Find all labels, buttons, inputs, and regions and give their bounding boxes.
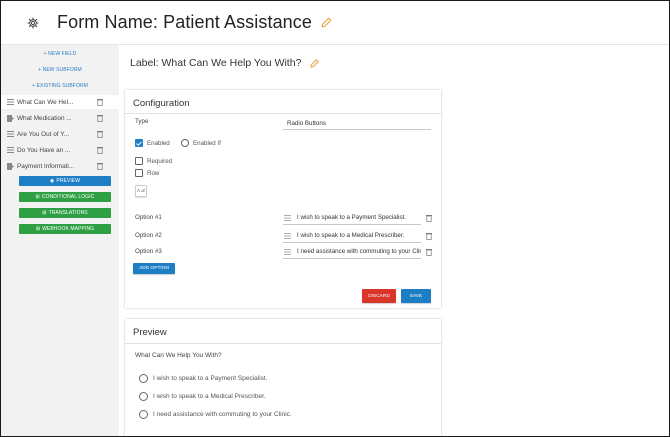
enabled-if-label: Enabled If bbox=[193, 140, 221, 147]
preview-choice: I wish to speak to a Medical Prescriber. bbox=[153, 393, 266, 400]
enabled-checkbox[interactable] bbox=[135, 139, 143, 147]
sidebar-field-item[interactable]: Payment Informati... bbox=[1, 159, 119, 173]
preview-radio[interactable] bbox=[139, 410, 148, 419]
option-input[interactable]: I wish to speak to a Medical Prescriber. bbox=[297, 231, 421, 240]
preview-radio[interactable] bbox=[139, 374, 148, 383]
conditional-logic-button[interactable]: ⊞ CONDITIONAL LOGIC bbox=[19, 192, 111, 202]
gear-icon[interactable] bbox=[26, 16, 40, 30]
webhook-icon: ⊞ bbox=[35, 226, 41, 232]
option-label: Option #1 bbox=[135, 214, 162, 221]
edit-pencil-icon[interactable] bbox=[320, 16, 334, 30]
webhook-mapping-button[interactable]: ⊞ WEBHOOK MAPPING bbox=[19, 224, 111, 234]
option-label: Option #2 bbox=[135, 232, 162, 239]
sidebar-field-item[interactable]: Are You Out of Y... bbox=[1, 127, 119, 141]
option-underline bbox=[283, 242, 421, 243]
type-underline bbox=[283, 129, 431, 130]
existing-subform-link[interactable]: + EXISTING SUBFORM bbox=[1, 83, 119, 89]
type-select[interactable]: Radio Buttons bbox=[287, 120, 326, 127]
preview-label: PREVIEW bbox=[56, 178, 81, 184]
trash-icon[interactable] bbox=[97, 130, 104, 138]
field-label: What Can We Hel... bbox=[17, 98, 74, 106]
preview-card: Preview What Can We Help You With? I wis… bbox=[125, 319, 441, 436]
list-icon bbox=[6, 146, 14, 154]
preview-choice: I need assistance with commuting to your… bbox=[153, 411, 292, 418]
subform-icon bbox=[6, 114, 14, 122]
sidebar-field-item[interactable]: What Medication ... bbox=[1, 111, 119, 125]
logic-icon: ⊞ bbox=[35, 194, 40, 200]
type-label: Type bbox=[135, 118, 149, 125]
field-label: Are You Out of Y... bbox=[17, 130, 69, 138]
new-field-link[interactable]: + NEW FIELD bbox=[1, 51, 119, 57]
preview-choice: I wish to speak to a Payment Specialist. bbox=[153, 375, 268, 382]
form-title: Form Name: Patient Assistance bbox=[57, 12, 312, 32]
field-label: What Medication ... bbox=[17, 114, 72, 122]
trash-icon[interactable] bbox=[97, 146, 104, 154]
drag-handle-icon[interactable] bbox=[284, 215, 291, 221]
sort-icon: A↓Z bbox=[136, 188, 145, 193]
translate-icon: ⊞ bbox=[42, 210, 47, 216]
required-checkbox[interactable] bbox=[135, 157, 143, 165]
trash-icon[interactable] bbox=[426, 248, 432, 256]
add-option-button[interactable]: ADD OPTION bbox=[133, 263, 175, 274]
drag-handle-icon[interactable] bbox=[284, 249, 291, 255]
option-input[interactable]: I wish to speak to a Payment Specialist. bbox=[297, 213, 421, 222]
sidebar: + NEW FIELD + NEW SUBFORM + EXISTING SUB… bbox=[1, 45, 119, 436]
sidebar-field-item[interactable]: Do You Have an ... bbox=[1, 143, 119, 157]
option-underline bbox=[283, 224, 421, 225]
header: Form Name: Patient Assistance bbox=[1, 1, 669, 45]
configuration-card: Configuration Type Radio Buttons Enabled… bbox=[125, 90, 441, 308]
divider bbox=[125, 113, 441, 114]
required-label: Required bbox=[147, 158, 173, 165]
trash-icon[interactable] bbox=[426, 214, 432, 222]
field-label-text: Label: What Can We Help You With? bbox=[130, 57, 302, 69]
edit-pencil-icon[interactable] bbox=[309, 58, 320, 69]
trash-icon[interactable] bbox=[97, 98, 104, 106]
preview-title: Preview bbox=[133, 327, 167, 338]
trash-icon[interactable] bbox=[426, 232, 432, 240]
field-label-heading: Label: What Can We Help You With? bbox=[130, 57, 320, 69]
eye-icon: ◉ bbox=[49, 178, 55, 184]
drag-handle-icon[interactable] bbox=[284, 233, 291, 239]
enabled-label: Enabled bbox=[147, 140, 170, 147]
field-label: Payment Informati... bbox=[17, 162, 75, 170]
divider bbox=[125, 343, 441, 344]
list-icon bbox=[6, 130, 14, 138]
conditional-logic-label: CONDITIONAL LOGIC bbox=[41, 194, 95, 200]
trash-icon[interactable] bbox=[97, 162, 104, 170]
preview-question: What Can We Help You With? bbox=[135, 352, 222, 359]
preview-button[interactable]: ◉ PREVIEW bbox=[19, 176, 111, 186]
preview-radio[interactable] bbox=[139, 392, 148, 401]
option-underline bbox=[283, 258, 421, 259]
translations-button[interactable]: ⊞ TRANSLATIONS bbox=[19, 208, 111, 218]
option-label: Option #3 bbox=[135, 248, 162, 255]
new-subform-link[interactable]: + NEW SUBFORM bbox=[1, 67, 119, 73]
row-label: Row bbox=[147, 170, 160, 177]
enabled-if-radio[interactable] bbox=[181, 139, 189, 147]
webhook-mapping-label: WEBHOOK MAPPING bbox=[42, 226, 95, 232]
discard-button[interactable]: DISCARD bbox=[362, 289, 396, 303]
list-icon bbox=[6, 98, 14, 106]
translations-label: TRANSLATIONS bbox=[48, 210, 88, 216]
subform-icon bbox=[6, 162, 14, 170]
sidebar-field-item[interactable]: What Can We Hel... bbox=[1, 95, 119, 109]
app-frame: Form Name: Patient Assistance + NEW FIEL… bbox=[0, 0, 670, 437]
trash-icon[interactable] bbox=[97, 114, 104, 122]
save-button[interactable]: SAVE bbox=[401, 289, 431, 303]
row-checkbox[interactable] bbox=[135, 169, 143, 177]
sort-options-button[interactable]: A↓Z bbox=[135, 185, 147, 197]
option-input[interactable]: I need assistance with commuting to your… bbox=[297, 247, 421, 256]
configuration-title: Configuration bbox=[133, 98, 190, 109]
field-label: Do You Have an ... bbox=[17, 146, 71, 154]
